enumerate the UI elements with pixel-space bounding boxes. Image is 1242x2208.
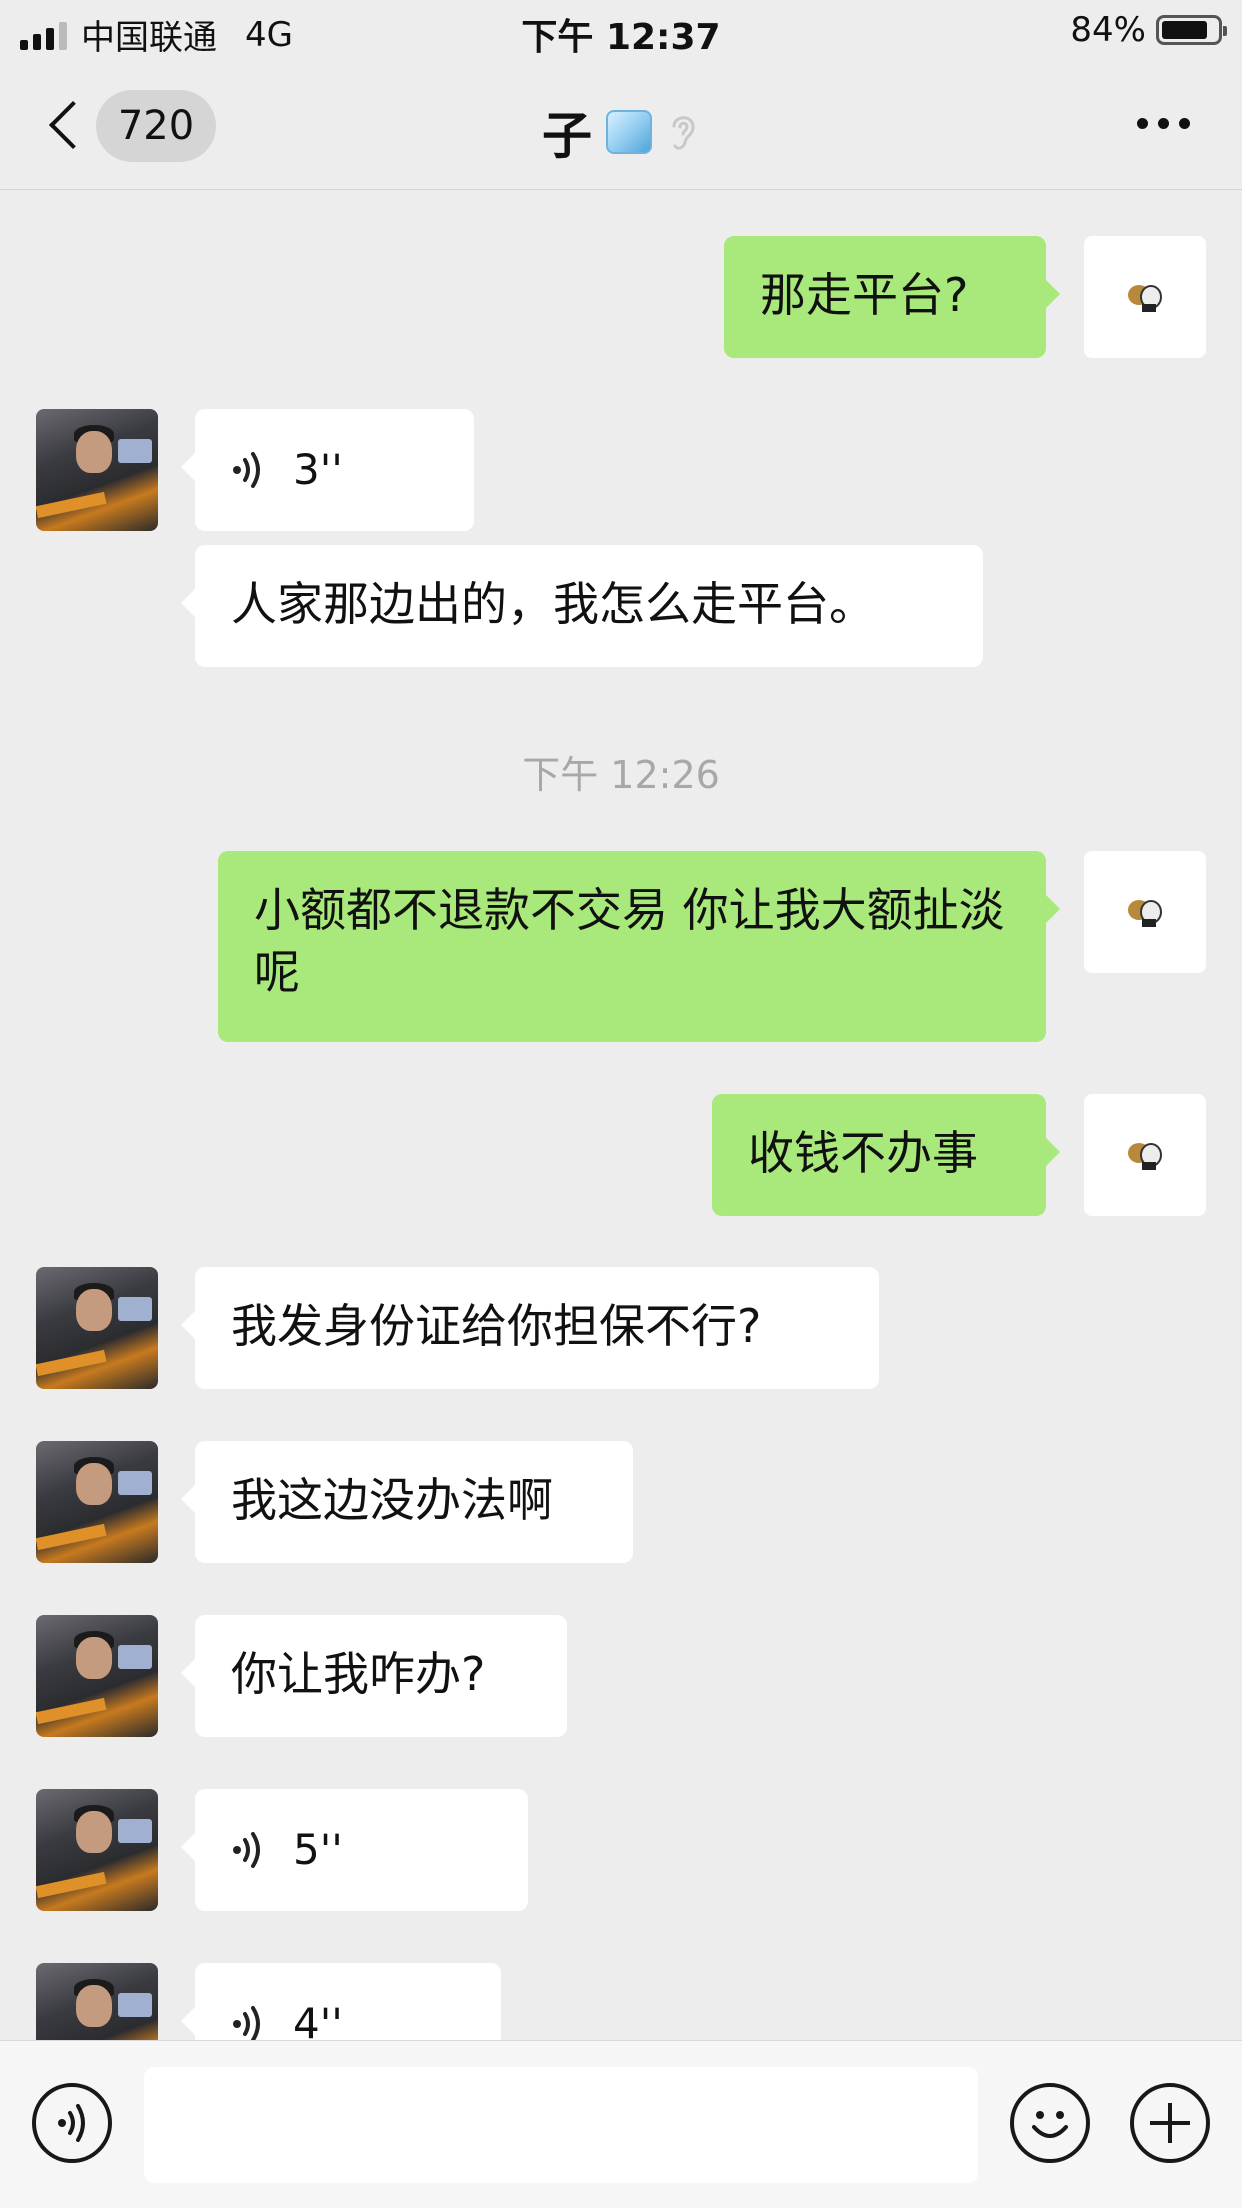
contact-avatar[interactable] [36,1615,158,1737]
message-bubble-self[interactable]: 收钱不办事 [712,1094,1060,1216]
contact-avatar[interactable] [36,1789,158,1911]
message-bubble-self[interactable]: 小额都不退款不交易 你让我大额扯淡呢 [218,851,1060,1042]
smiley-face-icon [1032,2111,1068,2138]
status-time: 下午 12:37 [521,17,721,58]
voice-message-bubble[interactable]: 5'' [181,1789,528,1911]
self-avatar[interactable] [1084,236,1206,358]
voice-wave-icon [233,2006,260,2040]
message-bubble-other[interactable]: 我发身份证给你担保不行? [181,1267,879,1389]
message-text: 我这边没办法啊 [231,1473,553,1527]
message-text: 那走平台? [760,268,969,322]
message-text: 小额都不退款不交易 你让我大额扯淡呢 [254,883,1005,999]
contact-avatar[interactable] [36,1267,158,1389]
message-text: 人家那边出的，我怎么走平台。 [231,577,875,631]
voice-duration: 3'' [293,445,343,494]
self-avatar[interactable] [1084,851,1206,973]
ice-cube-icon [606,110,652,154]
voice-message-bubble[interactable]: 4'' [181,1963,501,2040]
message-bubble-other[interactable]: 人家那边出的，我怎么走平台。 [181,545,983,667]
voice-duration: 4'' [293,1999,343,2040]
chat-title: 子 [542,107,592,165]
chat-header: 720 子 [0,62,1242,190]
voice-duration: 5'' [293,1825,343,1874]
message-bubble-other[interactable]: 你让我咋办? [181,1615,567,1737]
chat-timestamp: 下午 12:26 [522,753,720,797]
status-right: 84% [1070,10,1227,50]
contact-avatar[interactable] [36,1441,158,1563]
message-text: 收钱不办事 [748,1126,978,1180]
voice-message-bubble[interactable]: 3'' [181,409,474,531]
message-bubble-self[interactable]: 那走平台? [724,236,1060,358]
more-dots-icon[interactable] [1137,118,1190,129]
avatar-sticker-icon [1128,1143,1162,1170]
emoji-icon[interactable] [1010,2083,1090,2163]
avatar-sticker-icon [1128,285,1162,312]
chat-title-group: 子 [0,96,1242,168]
contact-avatar[interactable] [36,1963,158,2040]
self-avatar[interactable] [1084,1094,1206,1216]
voice-wave-icon [58,2104,85,2142]
plus-icon[interactable] [1130,2083,1210,2163]
voice-wave-icon [233,452,260,488]
ear-icon [672,116,695,150]
voice-wave-icon [233,1832,260,1868]
avatar-sticker-icon [1128,900,1162,927]
message-input[interactable] [144,2067,978,2183]
contact-avatar[interactable] [36,409,158,531]
message-bubble-other[interactable]: 我这边没办法啊 [181,1441,633,1563]
message-text: 我发身份证给你担保不行? [231,1299,762,1353]
message-list[interactable]: 那走平台? 3'' 人家那边出的，我怎么走平台。 下午 12:26 小额都不退款… [0,190,1242,2040]
battery-icon [1156,15,1227,45]
input-bar [0,2040,1242,2208]
message-text: 你让我咋办? [231,1647,486,1701]
status-bar: 中国联通 4G 下午 12:37 84% [0,0,1242,62]
voice-mode-icon[interactable] [32,2083,112,2163]
battery-percent: 84% [1070,10,1146,50]
